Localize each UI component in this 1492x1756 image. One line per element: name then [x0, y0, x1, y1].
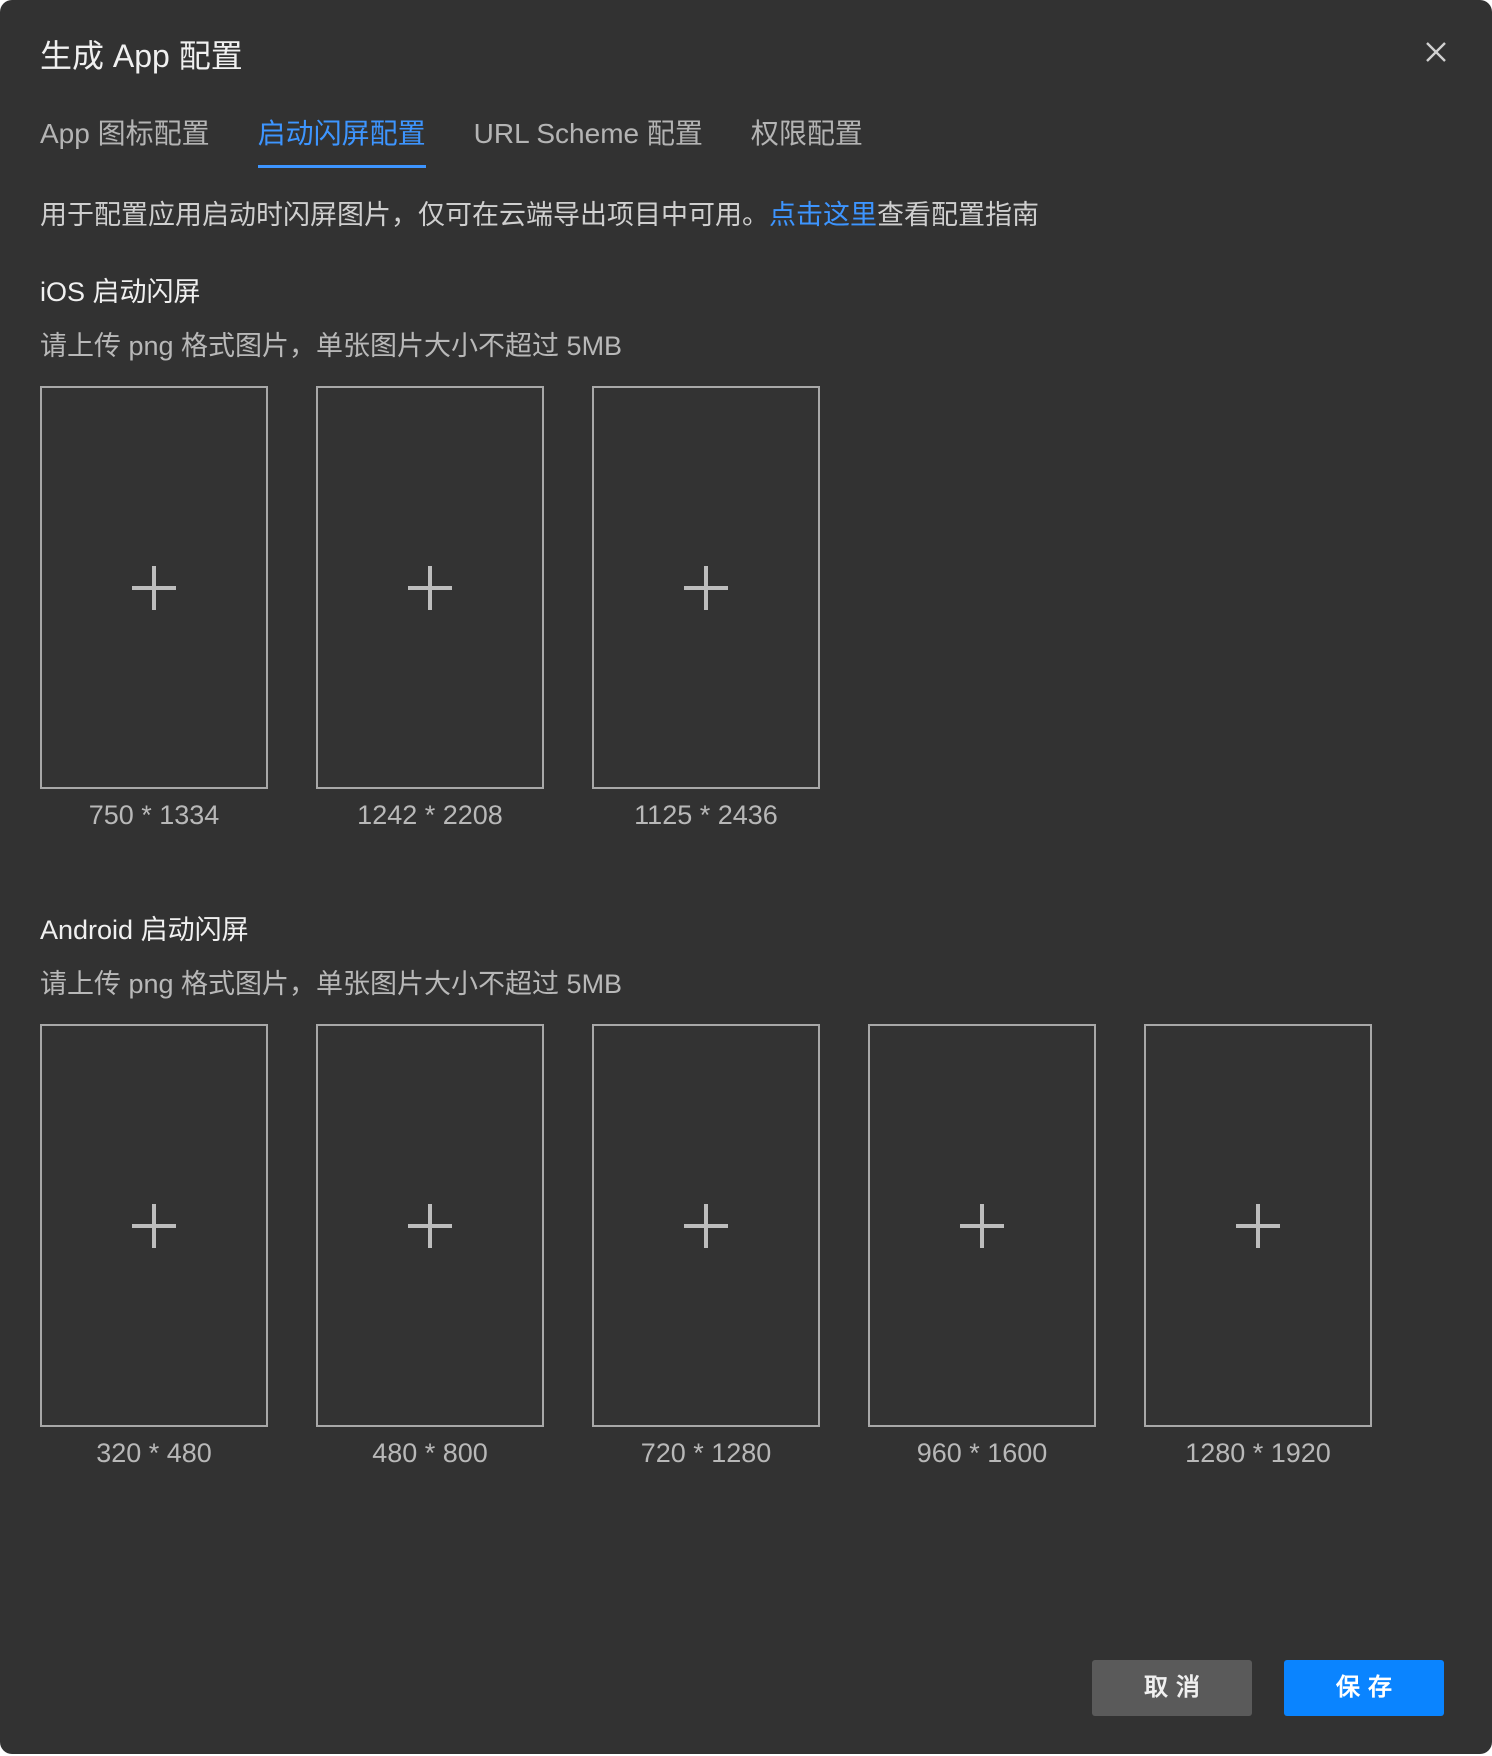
plus-icon [132, 1203, 176, 1248]
plus-icon [960, 1203, 1004, 1248]
android-size-label: 720 * 1280 [640, 1438, 772, 1468]
android-section-title: Android 启动闪屏 [40, 915, 249, 945]
close-icon [1426, 42, 1446, 62]
plus-icon [684, 1203, 728, 1248]
android-size-label: 960 * 1600 [916, 1438, 1048, 1468]
plus-icon [684, 565, 728, 610]
app-config-dialog: 生成 App 配置 App 图标配置 启动闪屏配置 URL Scheme 配置 … [0, 0, 1492, 1754]
android-upload-slot[interactable] [40, 1024, 268, 1427]
ios-upload-list: 750 * 1334 1242 * 2208 1125 * 2436 [40, 386, 820, 835]
tab-app-icon[interactable]: App 图标配置 [40, 112, 210, 168]
android-upload-item: 720 * 1280 [592, 1024, 820, 1473]
android-upload-hint: 请上传 png 格式图片，单张图片大小不超过 5MB [40, 969, 623, 999]
close-button[interactable] [1420, 36, 1452, 68]
description-text: 用于配置应用启动时闪屏图片，仅可在云端导出项目中可用。 [40, 200, 769, 230]
android-upload-slot[interactable] [868, 1024, 1096, 1427]
android-upload-item: 320 * 480 [40, 1024, 268, 1473]
plus-icon [408, 1203, 452, 1248]
android-upload-item: 1280 * 1920 [1144, 1024, 1372, 1473]
ios-size-label: 750 * 1334 [88, 800, 220, 830]
dialog-title: 生成 App 配置 [40, 38, 243, 74]
description: 用于配置应用启动时闪屏图片，仅可在云端导出项目中可用。点击这里查看配置指南 [40, 195, 1039, 235]
ios-size-label: 1242 * 2208 [357, 800, 503, 830]
save-button[interactable]: 保存 [1284, 1660, 1444, 1716]
ios-upload-item: 1125 * 2436 [592, 386, 820, 835]
android-size-label: 320 * 480 [96, 1438, 212, 1468]
tab-splash-screen[interactable]: 启动闪屏配置 [257, 112, 426, 168]
ios-upload-slot[interactable] [592, 386, 820, 789]
ios-section-title: iOS 启动闪屏 [40, 277, 201, 307]
android-size-label: 480 * 800 [372, 1438, 488, 1468]
cancel-button[interactable]: 取消 [1092, 1660, 1252, 1716]
android-upload-list: 320 * 480 480 * 800 720 * 1280 960 * 1600 12… [40, 1024, 1372, 1473]
guide-link[interactable]: 点击这里 [769, 200, 877, 230]
android-upload-item: 960 * 1600 [868, 1024, 1096, 1473]
android-upload-item: 480 * 800 [316, 1024, 544, 1473]
ios-upload-hint: 请上传 png 格式图片，单张图片大小不超过 5MB [40, 331, 623, 361]
tab-bar: App 图标配置 启动闪屏配置 URL Scheme 配置 权限配置 [40, 112, 863, 168]
android-upload-slot[interactable] [1144, 1024, 1372, 1427]
android-upload-slot[interactable] [592, 1024, 820, 1427]
ios-upload-slot[interactable] [316, 386, 544, 789]
android-size-label: 1280 * 1920 [1185, 1438, 1331, 1468]
tab-url-scheme[interactable]: URL Scheme 配置 [474, 112, 703, 168]
ios-upload-item: 750 * 1334 [40, 386, 268, 835]
tab-permissions[interactable]: 权限配置 [751, 112, 863, 168]
ios-upload-item: 1242 * 2208 [316, 386, 544, 835]
description-suffix: 查看配置指南 [877, 200, 1039, 230]
plus-icon [408, 565, 452, 610]
plus-icon [132, 565, 176, 610]
android-upload-slot[interactable] [316, 1024, 544, 1427]
plus-icon [1236, 1203, 1280, 1248]
ios-size-label: 1125 * 2436 [634, 800, 778, 830]
ios-upload-slot[interactable] [40, 386, 268, 789]
